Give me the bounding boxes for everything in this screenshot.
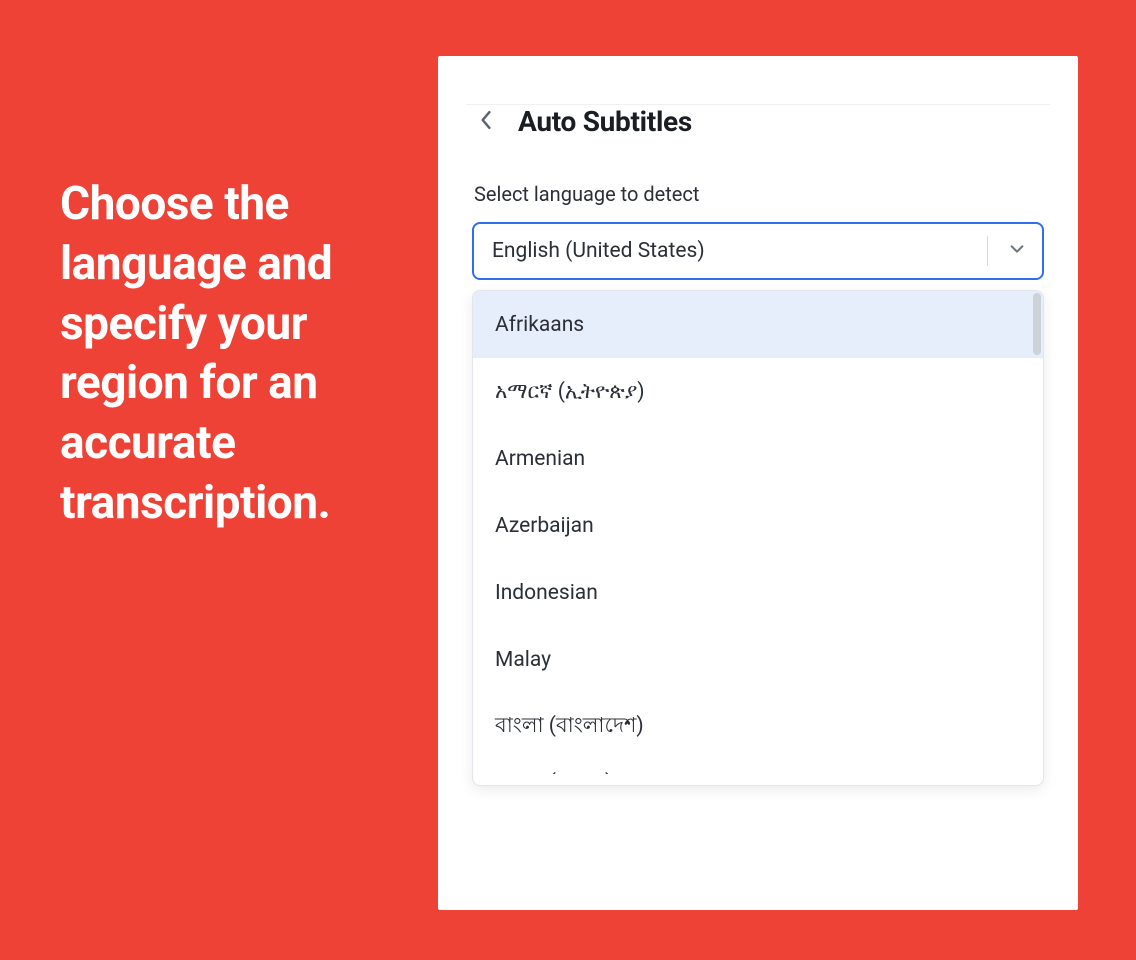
panel-header: Auto Subtitles bbox=[466, 105, 1050, 168]
chevron-down-icon bbox=[1008, 240, 1026, 262]
panel-title: Auto Subtitles bbox=[518, 105, 692, 138]
panel-body: Auto Subtitles Select language to detect… bbox=[466, 105, 1050, 786]
settings-panel: Auto Subtitles Select language to detect… bbox=[438, 56, 1078, 910]
language-select-wrap: English (United States) bbox=[466, 222, 1050, 280]
language-option[interactable]: Azerbaijan bbox=[473, 492, 1043, 559]
promo-headline: Choose the language and specify your reg… bbox=[60, 175, 430, 534]
language-option-partial-label: বাংলা (ভারত) bbox=[473, 760, 1043, 774]
language-dropdown-list: Afrikaans አማርኛ (ኢትዮጵያ) Armenian Azerbaij… bbox=[473, 291, 1043, 786]
app-surface: Auto Subtitles Select language to detect… bbox=[466, 104, 1050, 786]
language-option[interactable]: Malay bbox=[473, 626, 1043, 693]
language-dropdown: Afrikaans አማርኛ (ኢትዮጵያ) Armenian Azerbaij… bbox=[472, 290, 1044, 786]
language-select-value: English (United States) bbox=[492, 239, 987, 263]
language-select[interactable]: English (United States) bbox=[472, 222, 1044, 280]
language-option-partial[interactable]: বাংলা (ভারত) bbox=[473, 760, 1043, 786]
select-caret[interactable] bbox=[992, 224, 1042, 278]
language-option[interactable]: አማርኛ (ኢትዮጵያ) bbox=[473, 358, 1043, 425]
language-option[interactable]: Indonesian bbox=[473, 559, 1043, 626]
chevron-left-icon bbox=[480, 110, 492, 134]
back-button[interactable] bbox=[472, 108, 500, 136]
select-divider bbox=[987, 236, 988, 266]
language-field-label: Select language to detect bbox=[466, 168, 1050, 222]
language-option[interactable]: Afrikaans bbox=[473, 291, 1043, 358]
language-option[interactable]: বাংলা (বাংলাদেশ) bbox=[473, 693, 1043, 760]
dropdown-scrollbar-thumb[interactable] bbox=[1033, 293, 1041, 355]
language-option[interactable]: Armenian bbox=[473, 425, 1043, 492]
